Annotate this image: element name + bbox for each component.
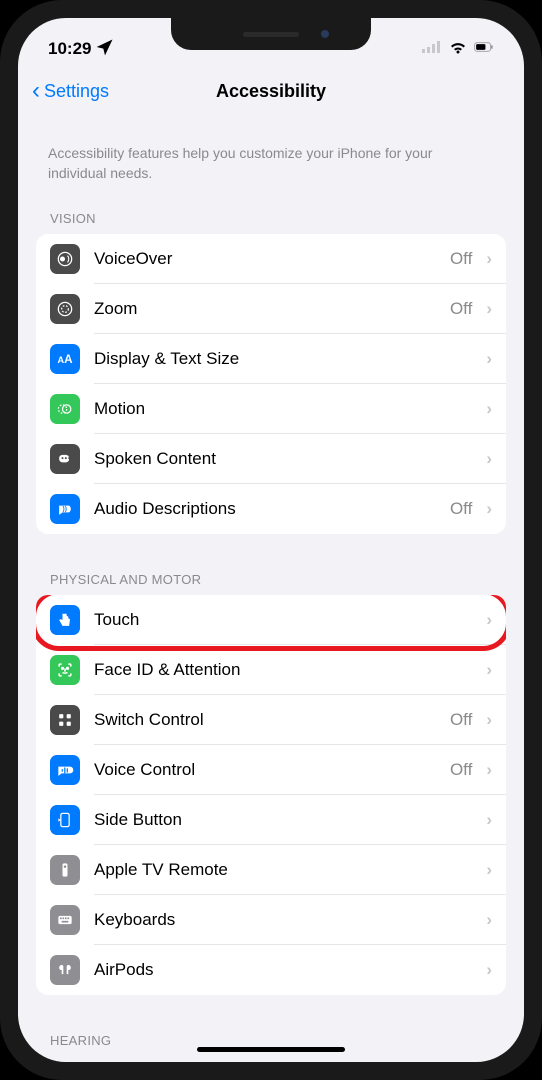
section-header-vision: VISION <box>36 203 506 234</box>
chevron-right-icon: › <box>486 249 492 269</box>
status-time: 10:29 <box>48 39 91 59</box>
chevron-right-icon: › <box>486 610 492 630</box>
back-label: Settings <box>44 81 109 102</box>
row-motion[interactable]: Motion › <box>36 384 506 434</box>
chevron-right-icon: › <box>486 710 492 730</box>
row-display[interactable]: AA Display & Text Size › <box>36 334 506 384</box>
side-button-icon <box>50 805 80 835</box>
back-chevron-icon: ‹ <box>32 79 40 103</box>
svg-text:A: A <box>64 353 73 366</box>
row-label: Switch Control <box>94 710 436 730</box>
row-audio-descriptions[interactable]: )) Audio Descriptions Off › <box>36 484 506 534</box>
row-value: Off <box>450 249 472 269</box>
row-label: Audio Descriptions <box>94 499 436 519</box>
motion-icon <box>50 394 80 424</box>
chevron-right-icon: › <box>486 499 492 519</box>
wifi-icon <box>448 37 468 62</box>
row-side-button[interactable]: Side Button › <box>36 795 506 845</box>
svg-text:)): )) <box>63 506 67 513</box>
row-value: Off <box>450 760 472 780</box>
row-label: Side Button <box>94 810 458 830</box>
cellular-icon <box>422 37 442 62</box>
row-label: Motion <box>94 399 458 419</box>
notch <box>171 18 371 50</box>
chevron-right-icon: › <box>486 910 492 930</box>
switch-control-icon <box>50 705 80 735</box>
chevron-right-icon: › <box>486 399 492 419</box>
row-keyboards[interactable]: Keyboards › <box>36 895 506 945</box>
row-apple-tv-remote[interactable]: Apple TV Remote › <box>36 845 506 895</box>
nav-title: Accessibility <box>216 81 326 102</box>
vision-list: VoiceOver Off › Zoom Off › AA Displ <box>36 234 506 534</box>
screen: 10:29 ‹ Settings <box>18 18 524 1062</box>
intro-text: Accessibility features help you customiz… <box>36 116 506 203</box>
row-label: Display & Text Size <box>94 349 458 369</box>
faceid-icon <box>50 655 80 685</box>
row-switch-control[interactable]: Switch Control Off › <box>36 695 506 745</box>
tv-remote-icon <box>50 855 80 885</box>
row-value: Off <box>450 299 472 319</box>
section-header-physical: PHYSICAL AND MOTOR <box>36 564 506 595</box>
nav-bar: ‹ Settings Accessibility <box>18 66 524 116</box>
row-touch[interactable]: Touch › <box>36 595 506 645</box>
chevron-right-icon: › <box>486 760 492 780</box>
battery-icon <box>474 37 494 62</box>
row-zoom[interactable]: Zoom Off › <box>36 284 506 334</box>
row-voice-control[interactable]: Voice Control Off › <box>36 745 506 795</box>
row-label: VoiceOver <box>94 249 436 269</box>
row-value: Off <box>450 710 472 730</box>
voiceover-icon <box>50 244 80 274</box>
physical-list: Touch › Face ID & Attention › Sw <box>36 595 506 995</box>
voice-control-icon <box>50 755 80 785</box>
back-button[interactable]: ‹ Settings <box>32 79 109 103</box>
display-icon: AA <box>50 344 80 374</box>
audio-descriptions-icon: )) <box>50 494 80 524</box>
chevron-right-icon: › <box>486 449 492 469</box>
chevron-right-icon: › <box>486 349 492 369</box>
row-label: Zoom <box>94 299 436 319</box>
row-value: Off <box>450 499 472 519</box>
spoken-icon <box>50 444 80 474</box>
keyboard-icon <box>50 905 80 935</box>
home-indicator[interactable] <box>197 1047 345 1052</box>
row-faceid[interactable]: Face ID & Attention › <box>36 645 506 695</box>
zoom-icon <box>50 294 80 324</box>
chevron-right-icon: › <box>486 860 492 880</box>
airpods-icon <box>50 955 80 985</box>
row-label: Apple TV Remote <box>94 860 458 880</box>
row-spoken[interactable]: Spoken Content › <box>36 434 506 484</box>
chevron-right-icon: › <box>486 299 492 319</box>
row-label: Voice Control <box>94 760 436 780</box>
row-label: Spoken Content <box>94 449 458 469</box>
touch-icon <box>50 605 80 635</box>
row-label: Touch <box>94 610 458 630</box>
location-icon <box>95 37 115 62</box>
row-label: AirPods <box>94 960 458 980</box>
row-airpods[interactable]: AirPods › <box>36 945 506 995</box>
phone-frame: 10:29 ‹ Settings <box>0 0 542 1080</box>
row-label: Face ID & Attention <box>94 660 458 680</box>
chevron-right-icon: › <box>486 960 492 980</box>
row-label: Keyboards <box>94 910 458 930</box>
chevron-right-icon: › <box>486 660 492 680</box>
row-voiceover[interactable]: VoiceOver Off › <box>36 234 506 284</box>
content[interactable]: Accessibility features help you customiz… <box>18 116 524 1062</box>
chevron-right-icon: › <box>486 810 492 830</box>
